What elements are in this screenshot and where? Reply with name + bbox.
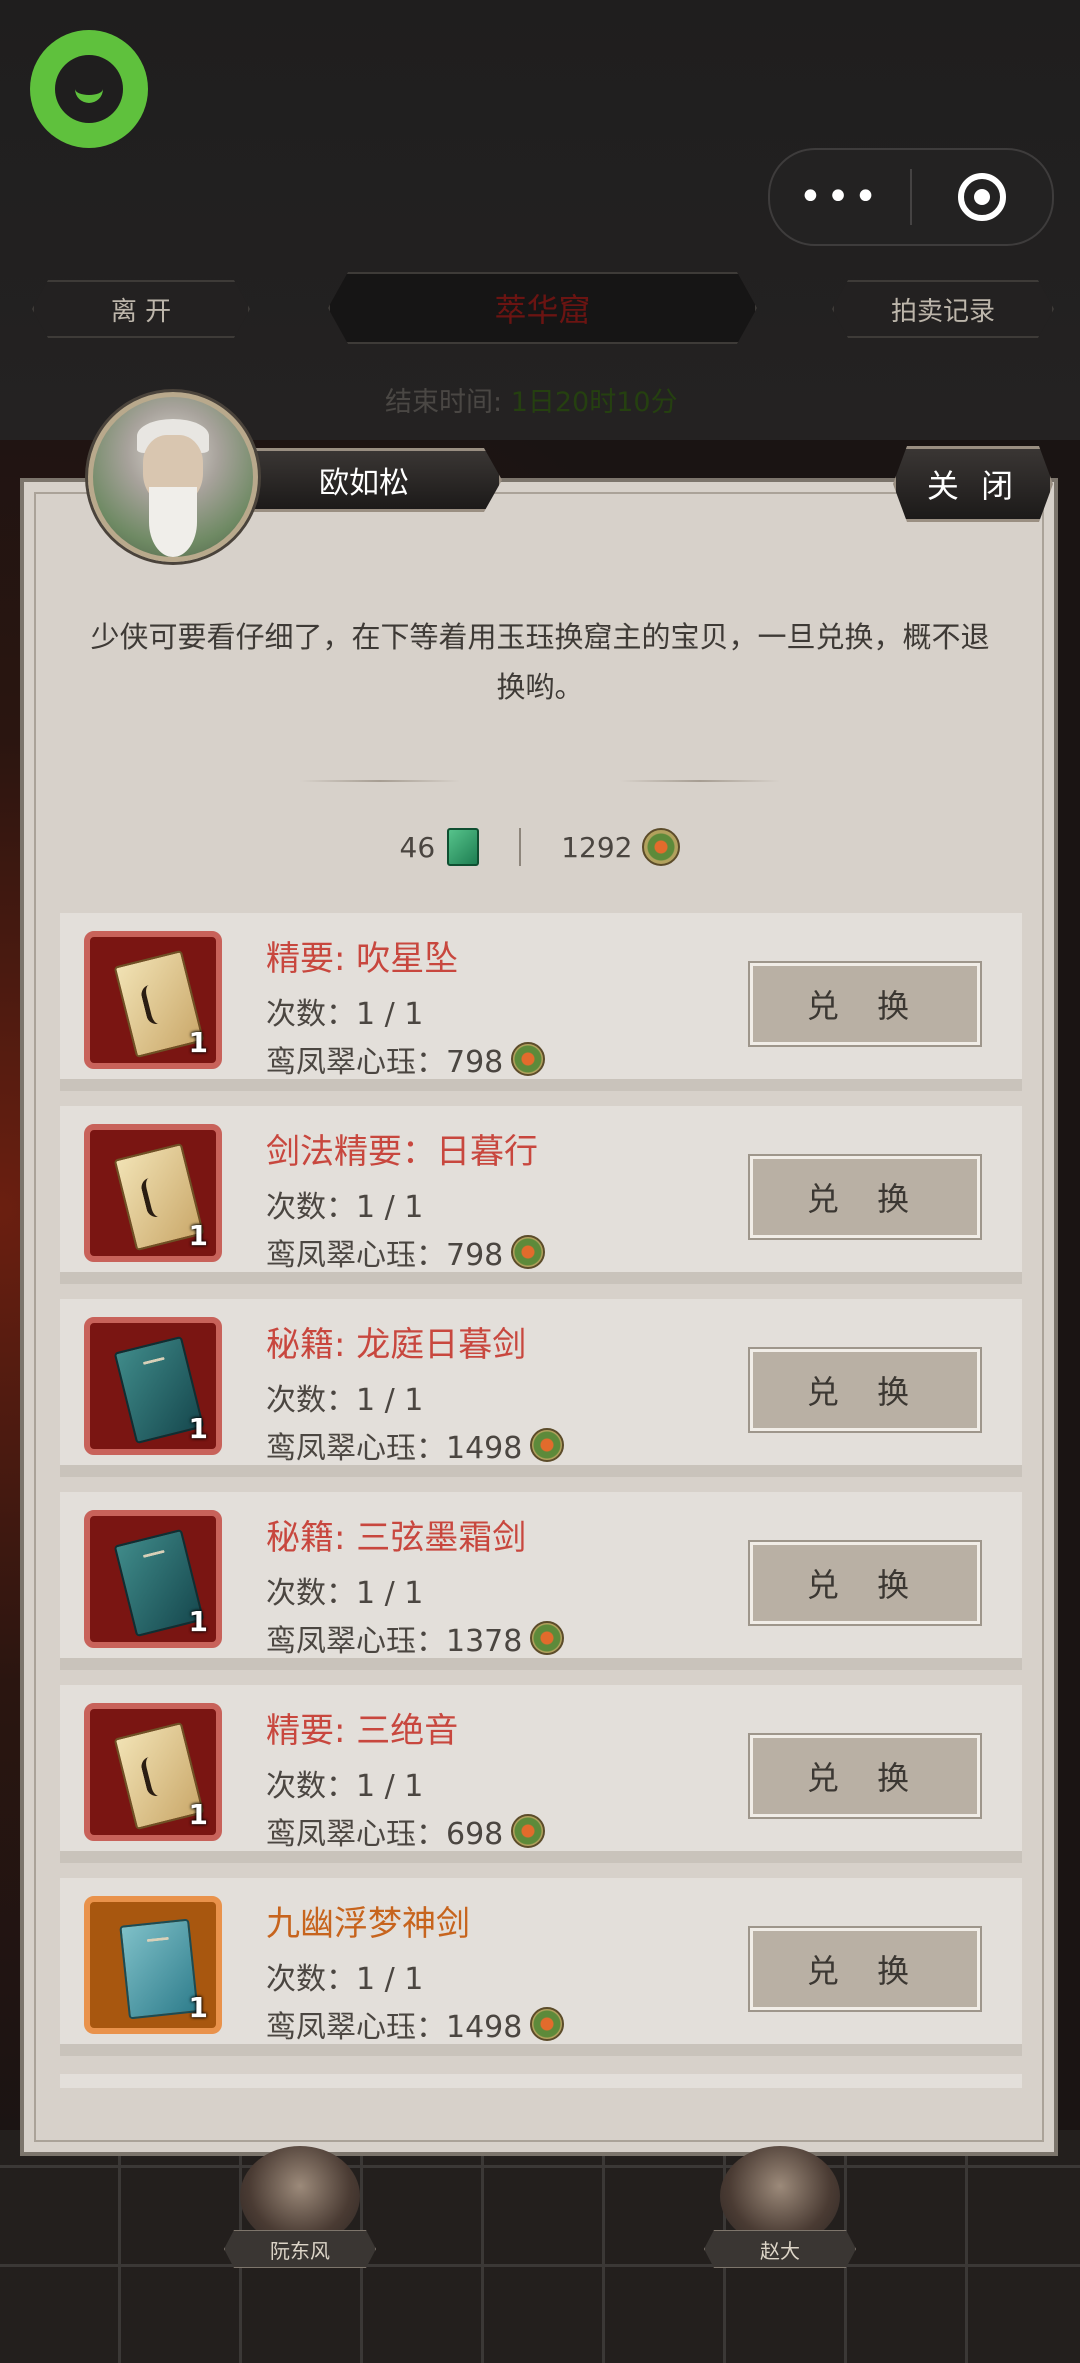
item-count: 次数：1 / 1 <box>266 1190 424 1225</box>
item-name: 剑法精要：日暮行 <box>266 1132 538 1172</box>
character-name: 阮东风 <box>224 2230 376 2268</box>
exchange-button[interactable]: 兑 换 <box>750 963 980 1045</box>
item-count: 次数：1 / 1 <box>266 1769 424 1804</box>
item-count: 次数：1 / 1 <box>266 997 424 1032</box>
item-cost: 鸾凤翠心珏：1498 <box>266 1423 565 1467</box>
coin-icon <box>511 1235 546 1269</box>
item-name: 精要: 三绝音 <box>266 1711 459 1751</box>
list-item: 1 剑法精要：日暮行 次数：1 / 1 鸾凤翠心珏：798 兑 换 <box>60 1106 1022 1284</box>
item-icon[interactable]: 1 <box>84 1703 222 1841</box>
exchange-button[interactable]: 兑 换 <box>750 1349 980 1431</box>
end-time-value: 1日20时10分 <box>510 387 678 418</box>
item-cost: 鸾凤翠心珏：1378 <box>266 1616 565 1660</box>
item-name: 秘籍: 龙庭日暮剑 <box>266 1325 527 1365</box>
more-menu-button[interactable]: ••• <box>770 152 910 242</box>
coin-icon <box>530 1621 565 1655</box>
item-cost: 鸾凤翠心珏：798 <box>266 1230 546 1274</box>
coin-count: 1292 <box>561 830 633 864</box>
item-count: 次数：1 / 1 <box>266 1576 424 1611</box>
item-cost: 鸾凤翠心珏：698 <box>266 1809 546 1853</box>
list-item: 1 精要: 三绝音 次数：1 / 1 鸾凤翠心珏：698 兑 换 <box>60 1685 1022 1863</box>
exchange-button[interactable]: 兑 换 <box>750 1156 980 1238</box>
npc-avatar <box>88 392 258 562</box>
target-icon <box>958 173 1006 221</box>
close-program-button[interactable] <box>912 173 1052 221</box>
currency-bar: 46 1292 <box>0 828 1080 866</box>
item-count: 次数：1 / 1 <box>266 1383 424 1418</box>
app-logo-icon[interactable] <box>30 30 148 148</box>
list-item: 1 秘籍: 龙庭日暮剑 次数：1 / 1 鸾凤翠心珏：1498 兑 换 <box>60 1299 1022 1477</box>
jade-icon <box>447 828 480 866</box>
coin-icon <box>511 1814 546 1848</box>
exchange-button[interactable]: 兑 换 <box>750 1735 980 1817</box>
list-item-partial <box>60 2074 1022 2088</box>
item-icon[interactable]: 1 <box>84 931 222 1069</box>
close-button[interactable]: 关 闭 <box>893 446 1053 522</box>
item-icon[interactable]: 1 <box>84 1317 222 1455</box>
item-cost: 鸾凤翠心珏：798 <box>266 1037 546 1081</box>
npc-name: 欧如松 <box>226 448 502 512</box>
currency-divider <box>519 828 522 866</box>
list-item: 1 精要: 吹星坠 次数：1 / 1 鸾凤翠心珏：798 兑 换 <box>60 913 1022 1091</box>
coin-icon <box>530 1428 565 1462</box>
character-name: 赵大 <box>704 2230 856 2268</box>
item-icon[interactable]: 1 <box>84 1124 222 1262</box>
list-item: 1 秘籍: 三弦墨霜剑 次数：1 / 1 鸾凤翠心珏：1378 兑 换 <box>60 1492 1022 1670</box>
item-cost: 鸾凤翠心珏：1498 <box>266 2002 565 2046</box>
item-name: 精要: 吹星坠 <box>266 939 459 979</box>
mini-program-capsule: ••• <box>768 148 1054 246</box>
list-item: 1 九幽浮梦神剑 次数：1 / 1 鸾凤翠心珏：1498 兑 换 <box>60 1878 1022 2056</box>
book-icon <box>119 1918 199 2020</box>
coin-icon <box>511 1042 546 1076</box>
coin-icon <box>530 2007 565 2041</box>
item-icon[interactable]: 1 <box>84 1896 222 2034</box>
location-title: 萃华窟 <box>328 272 757 344</box>
board-grid <box>0 2130 1080 2363</box>
ornament-divider-left <box>300 780 460 782</box>
end-time: 结束时间: 1日20时10分 <box>385 387 678 418</box>
coin-icon <box>642 828 681 866</box>
auction-record-button[interactable]: 拍卖记录 <box>832 280 1054 338</box>
exchange-button[interactable]: 兑 换 <box>750 1928 980 2010</box>
item-icon[interactable]: 1 <box>84 1510 222 1648</box>
jade-count: 46 <box>399 830 436 864</box>
leave-button[interactable]: 离 开 <box>32 280 250 338</box>
exchange-button[interactable]: 兑 换 <box>750 1542 980 1624</box>
item-name: 九幽浮梦神剑 <box>266 1904 470 1944</box>
ornament-divider-right <box>620 780 780 782</box>
chat-bubble-icon <box>55 55 123 123</box>
item-count: 次数：1 / 1 <box>266 1962 424 1997</box>
exchange-list: 1 精要: 吹星坠 次数：1 / 1 鸾凤翠心珏：798 兑 换 1 剑法精要：… <box>60 913 1022 2071</box>
item-name: 秘籍: 三弦墨霜剑 <box>266 1518 527 1558</box>
npc-message: 少侠可要看仔细了，在下等着用玉珏换窟主的宝贝，一旦兑换，概不退换哟。 <box>90 620 990 704</box>
